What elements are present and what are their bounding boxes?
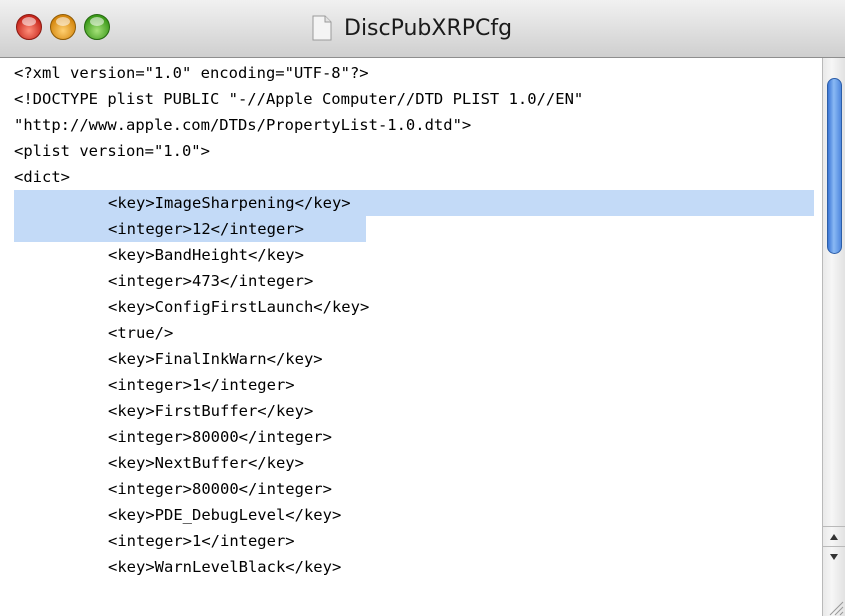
code-line[interactable]: <key>FirstBuffer</key> bbox=[108, 398, 313, 424]
window-title-group: DiscPubXRPCfg bbox=[312, 12, 512, 44]
code-line[interactable]: <key>PDE_DebugLevel</key> bbox=[108, 502, 341, 528]
code-line[interactable]: <true/> bbox=[108, 320, 173, 346]
code-line[interactable]: <integer>1</integer> bbox=[108, 528, 295, 554]
text-editor-window: DiscPubXRPCfg <?xml version="1.0" encodi… bbox=[0, 0, 845, 616]
vertical-scrollbar[interactable] bbox=[822, 58, 845, 616]
document-icon[interactable] bbox=[312, 15, 332, 41]
scroll-down-arrow-icon[interactable] bbox=[823, 546, 845, 566]
code-line[interactable]: <key>ConfigFirstLaunch</key> bbox=[108, 294, 369, 320]
scroll-up-arrow-icon[interactable] bbox=[823, 526, 845, 546]
code-line[interactable]: <dict> bbox=[14, 164, 70, 190]
title-bar[interactable]: DiscPubXRPCfg bbox=[0, 0, 845, 58]
code-line[interactable]: <integer>1</integer> bbox=[108, 372, 295, 398]
code-line[interactable]: <key>ImageSharpening</key> bbox=[108, 190, 351, 216]
text-editor-area[interactable]: <?xml version="1.0" encoding="UTF-8"?> <!… bbox=[0, 58, 822, 616]
code-line[interactable]: <integer>12</integer> bbox=[108, 216, 304, 242]
resize-grip-icon[interactable] bbox=[822, 596, 845, 616]
code-line[interactable]: <?xml version="1.0" encoding="UTF-8"?> bbox=[14, 60, 369, 86]
window-title: DiscPubXRPCfg bbox=[344, 15, 513, 41]
code-line[interactable]: <!DOCTYPE plist PUBLIC "-//Apple Compute… bbox=[14, 86, 583, 112]
zoom-button[interactable] bbox=[84, 14, 110, 40]
code-line[interactable]: <integer>80000</integer> bbox=[108, 476, 332, 502]
code-line[interactable]: <plist version="1.0"> bbox=[14, 138, 210, 164]
code-line[interactable]: <key>BandHeight</key> bbox=[108, 242, 304, 268]
minimize-button[interactable] bbox=[50, 14, 76, 40]
code-line[interactable]: <integer>80000</integer> bbox=[108, 424, 332, 450]
close-button[interactable] bbox=[16, 14, 42, 40]
code-line[interactable]: <key>FinalInkWarn</key> bbox=[108, 346, 323, 372]
code-line[interactable]: <key>NextBuffer</key> bbox=[108, 450, 304, 476]
code-line[interactable]: <key>WarnLevelBlack</key> bbox=[108, 554, 341, 580]
code-line[interactable]: <integer>473</integer> bbox=[108, 268, 313, 294]
code-line[interactable]: "http://www.apple.com/DTDs/PropertyList-… bbox=[14, 112, 471, 138]
scroll-thumb[interactable] bbox=[827, 78, 842, 254]
